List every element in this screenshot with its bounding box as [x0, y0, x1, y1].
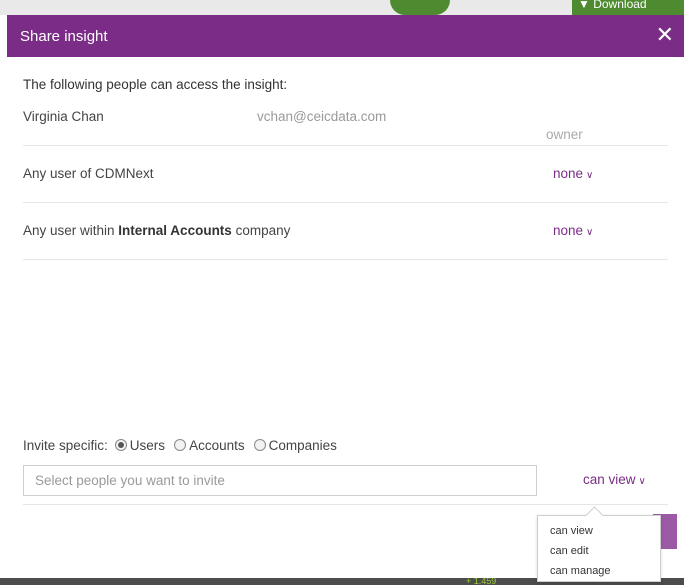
- cdmnext-users-label: Any user of CDMNext: [23, 166, 154, 181]
- accounts-radio[interactable]: [174, 439, 187, 451]
- cdmnext-permission-dropdown[interactable]: none ∨: [553, 166, 593, 181]
- invite-type-selector: Invite specific: Users Accounts Companie…: [23, 435, 668, 455]
- cdmnext-users-row: Any user of CDMNext none ∨: [23, 146, 668, 203]
- company-users-row: Any user within Internal Accounts compan…: [23, 203, 668, 260]
- owner-name: Virginia Chan: [23, 109, 104, 124]
- accounts-radio-label[interactable]: Accounts: [189, 438, 245, 453]
- dialog-body: The following people can access the insi…: [7, 77, 684, 260]
- chevron-down-icon: ∨: [586, 170, 594, 181]
- company-permission-value: none: [553, 223, 584, 238]
- invite-permission-dropdown[interactable]: can view ∨: [583, 472, 646, 487]
- dialog-title: Share insight: [20, 27, 108, 45]
- close-icon[interactable]: ✕: [656, 24, 674, 46]
- invite-people-input[interactable]: [23, 465, 537, 496]
- company-label-prefix: Any user within: [23, 223, 119, 238]
- invite-label: Invite specific:: [23, 437, 108, 453]
- share-insight-dialog: Share insight ✕ The following people can…: [7, 15, 684, 578]
- owner-row: Virginia Chan vchan@ceicdata.com owner: [23, 97, 668, 146]
- background-green-shape: [390, 0, 450, 15]
- invite-input-row: can view∨: [23, 465, 668, 505]
- access-intro-text: The following people can access the insi…: [23, 77, 288, 92]
- users-radio[interactable]: [114, 439, 127, 451]
- permission-menu: can view can edit can manage: [537, 515, 661, 582]
- companies-radio-label[interactable]: Companies: [269, 438, 337, 453]
- company-label-suffix: company: [231, 223, 291, 238]
- dialog-header: Share insight ✕: [7, 15, 684, 57]
- menu-item-can-view[interactable]: can view: [538, 521, 660, 541]
- company-permission-dropdown[interactable]: none ∨: [553, 223, 593, 238]
- menu-item-can-edit[interactable]: can edit: [538, 541, 660, 561]
- background-download-button: ▼ Download: [572, 0, 684, 15]
- owner-email: vchan@ceicdata.com: [257, 109, 387, 124]
- chevron-down-icon: ∨: [586, 227, 594, 238]
- users-radio-label[interactable]: Users: [130, 438, 165, 453]
- companies-radio[interactable]: [253, 439, 266, 451]
- company-name: Internal Accounts: [118, 223, 232, 238]
- company-users-label: Any user within Internal Accounts compan…: [23, 223, 290, 238]
- chevron-down-icon: ∨: [638, 476, 646, 487]
- background-download-label: Download: [593, 0, 647, 11]
- background-app-header: ▼ Download: [0, 0, 684, 15]
- owner-role: owner: [546, 127, 583, 142]
- cdmnext-permission-value: none: [553, 166, 584, 181]
- menu-item-can-manage[interactable]: can manage: [538, 561, 660, 581]
- invite-section: Invite specific: Users Accounts Companie…: [23, 435, 668, 505]
- invite-permission-value: can view: [583, 472, 636, 487]
